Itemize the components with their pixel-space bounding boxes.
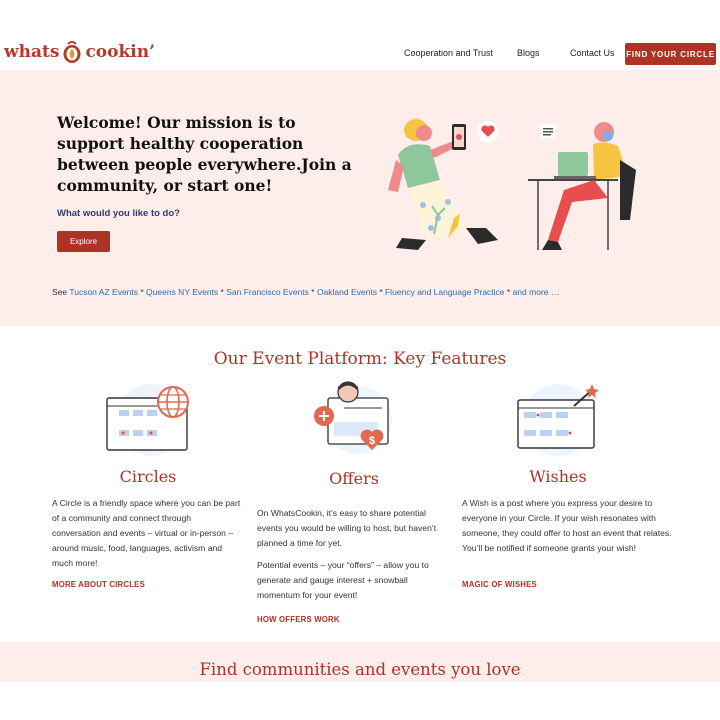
offers-heading: Offers xyxy=(329,469,379,488)
hero-subtitle: What would you like to do? xyxy=(57,208,180,219)
circles-description: A Circle is a friendly space where you c… xyxy=(52,498,241,568)
wishes-icon xyxy=(517,384,599,456)
how-offers-work-link[interactable]: HOW OFFERS WORK xyxy=(257,615,340,624)
nav-blogs[interactable]: Blogs xyxy=(517,48,540,58)
offers-icon: $ xyxy=(314,381,392,454)
link-san-francisco[interactable]: San Francisco Events xyxy=(226,287,309,297)
link-fluency[interactable]: Fluency and Language Practice xyxy=(385,287,505,297)
link-and-more[interactable]: and more … xyxy=(513,287,560,297)
more-about-circles-link[interactable]: MORE ABOUT CIRCLES xyxy=(52,580,145,589)
offers-description-1: On WhatsCookin, it’s easy to share poten… xyxy=(257,508,437,548)
link-queens[interactable]: Queens NY Events xyxy=(146,287,218,297)
logo[interactable]: whats cookin’ xyxy=(4,40,155,64)
logo-text-right: cookin’ xyxy=(85,42,155,62)
see-prefix: See xyxy=(52,287,68,297)
link-separator: * xyxy=(504,287,513,297)
link-separator: * xyxy=(308,287,317,297)
link-separator: * xyxy=(138,287,147,297)
link-oakland[interactable]: Oakland Events xyxy=(317,287,377,297)
link-separator: * xyxy=(218,287,227,297)
circles-heading: Circles xyxy=(119,467,177,486)
event-links-line: See Tucson AZ Events * Queens NY Events … xyxy=(52,287,559,297)
magic-of-wishes-link[interactable]: MAGIC OF WISHES xyxy=(462,580,537,589)
hero-title: Welcome! Our mission is to support healt… xyxy=(57,113,352,195)
wishes-heading: Wishes xyxy=(529,467,587,486)
features-title: Our Event Platform: Key Features xyxy=(213,349,507,369)
hero-illustration xyxy=(388,119,636,250)
nav-contact-us[interactable]: Contact Us xyxy=(570,48,615,58)
link-tucson[interactable]: Tucson AZ Events xyxy=(69,287,138,297)
communities-title: Find communities and events you love xyxy=(199,660,521,679)
link-separator: * xyxy=(376,287,385,297)
hero-section: Welcome! Our mission is to support healt… xyxy=(0,70,720,326)
site-header: whats cookin’ Cooperation and Trust Blog… xyxy=(0,0,720,70)
wishes-description: A Wish is a post where you express your … xyxy=(462,498,672,553)
logo-text-left: whats xyxy=(4,42,60,62)
find-your-circle-button[interactable]: FIND YOUR CIRCLE xyxy=(625,43,716,65)
nav-cooperation-and-trust[interactable]: Cooperation and Trust xyxy=(404,48,493,58)
circles-icon xyxy=(106,384,189,456)
pot-icon xyxy=(63,41,81,63)
offers-description-2: Potential events – your “offers” – allow… xyxy=(257,560,429,600)
explore-button[interactable]: Explore xyxy=(57,231,110,252)
svg-text:$: $ xyxy=(369,435,375,447)
